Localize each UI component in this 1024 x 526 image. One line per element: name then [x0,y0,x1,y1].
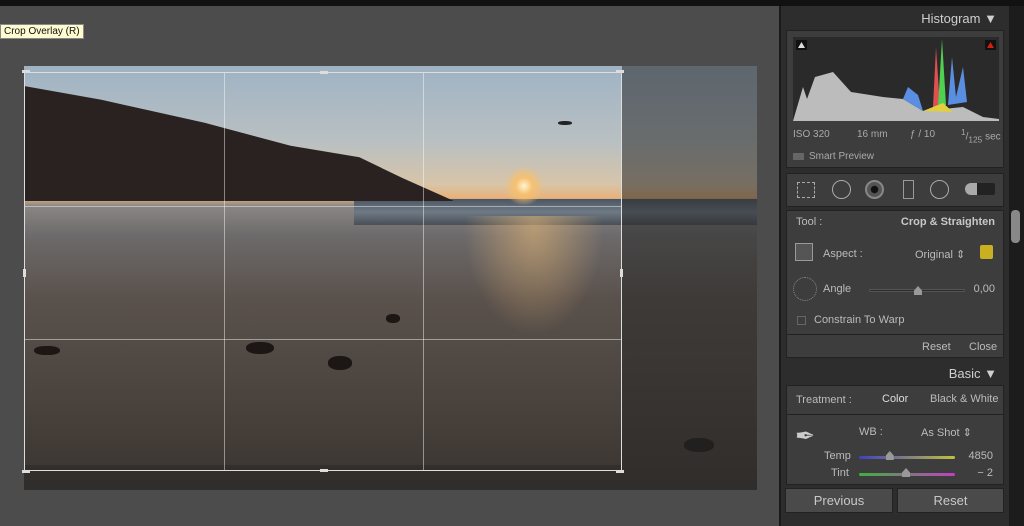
adjustment-brush-icon[interactable] [965,183,995,195]
crop-handle[interactable] [23,269,26,277]
angle-slider-knob[interactable] [914,286,922,295]
eyedropper-icon[interactable]: ✒ [795,422,815,451]
divider [787,334,1003,335]
aperture: ƒ / 10 [910,129,936,140]
histogram-title: Histogram [921,11,981,26]
grid-line [423,73,424,470]
aspect-value: Original [915,249,953,261]
aspect-select[interactable]: Original ⇕ [915,248,965,261]
panel-scrollbar[interactable] [1009,6,1024,526]
histogram-panel: ISO 320 16 mm ƒ / 10 1/125 sec Smart Pre… [786,30,1004,168]
crop-mask-right [622,66,757,490]
basic-title: Basic [948,366,981,381]
tint-value[interactable]: − 2 [977,467,993,479]
wb-label: WB : [859,426,883,438]
crop-handle[interactable] [320,469,328,472]
straighten-tool-icon[interactable] [793,277,817,301]
temp-value[interactable]: 4850 [969,450,993,462]
spot-removal-icon[interactable] [832,180,851,199]
treatment-label: Treatment : [796,394,852,406]
temp-slider[interactable] [859,451,955,460]
constrain-checkbox[interactable] [797,316,806,325]
grid-line [25,206,621,207]
treatment-bw[interactable]: Black & White [930,393,998,405]
crop-panel: Tool : Crop & Straighten Aspect : Origin… [786,210,1004,358]
crop-handle[interactable] [22,70,30,73]
crop-reset-button[interactable]: Reset [922,341,951,353]
crop-handle[interactable] [616,470,624,473]
shutter-unit: sec [985,131,1001,143]
basic-panel: Treatment : Color Black & White ✒ WB : A… [786,385,1004,485]
crop-overlay-icon[interactable] [797,182,815,198]
crop-handle[interactable] [320,71,328,74]
tooltip: Crop Overlay (R) [0,24,84,39]
grid-line [224,73,225,470]
lock-icon[interactable] [980,245,993,259]
tool-value: Crop & Straighten [900,216,995,228]
aspect-crop-icon[interactable] [795,243,813,261]
smart-preview-icon [793,153,804,160]
right-panel: Histogram ▼ ISO 320 16 mm ƒ / 10 1/125 s… [781,6,1009,526]
radial-filter-icon[interactable] [930,180,949,199]
previous-button[interactable]: Previous [785,488,893,513]
divider [787,414,1003,415]
angle-value[interactable]: 0,00 [974,283,995,295]
histogram-chart [793,37,999,121]
reset-button[interactable]: Reset [897,488,1004,513]
crop-frame[interactable] [22,70,624,473]
crop-handle[interactable] [620,269,623,277]
tool-label: Tool : [796,216,823,228]
collapse-icon: ▼ [984,11,997,26]
aspect-label: Aspect : [823,248,863,260]
angle-label: Angle [823,283,852,295]
grid-line [25,339,621,340]
image-canvas[interactable] [0,6,779,526]
scrollbar-thumb[interactable] [1011,210,1020,243]
treatment-color[interactable]: Color [882,393,908,405]
histogram-header[interactable]: Histogram ▼ [921,11,997,26]
crop-close-button[interactable]: Close [969,341,997,353]
collapse-icon: ▼ [984,366,997,381]
tint-slider[interactable] [859,468,955,477]
red-eye-icon[interactable] [865,180,884,199]
tint-slider-knob[interactable] [902,468,911,477]
constrain-label[interactable]: Constrain To Warp [814,314,904,326]
crop-handle[interactable] [22,470,30,473]
wb-value: As Shot [921,427,960,439]
angle-slider[interactable] [869,286,965,295]
temp-slider-knob[interactable] [885,451,894,460]
temp-label: Temp [824,450,851,462]
graduated-filter-icon[interactable] [903,180,914,199]
crop-handle[interactable] [616,70,624,73]
shutter-den: 125 [968,134,983,145]
smart-preview-label[interactable]: Smart Preview [809,151,874,162]
wb-select[interactable]: As Shot ⇕ [921,426,972,439]
basic-header[interactable]: Basic ▼ [949,366,997,381]
tint-label: Tint [831,467,849,479]
focal-length: 16 mm [857,129,888,140]
shutter: 1/125 sec [961,127,1001,145]
iso: ISO 320 [793,129,830,140]
tool-strip [786,173,1004,207]
shutter-num: 1 [961,127,966,137]
